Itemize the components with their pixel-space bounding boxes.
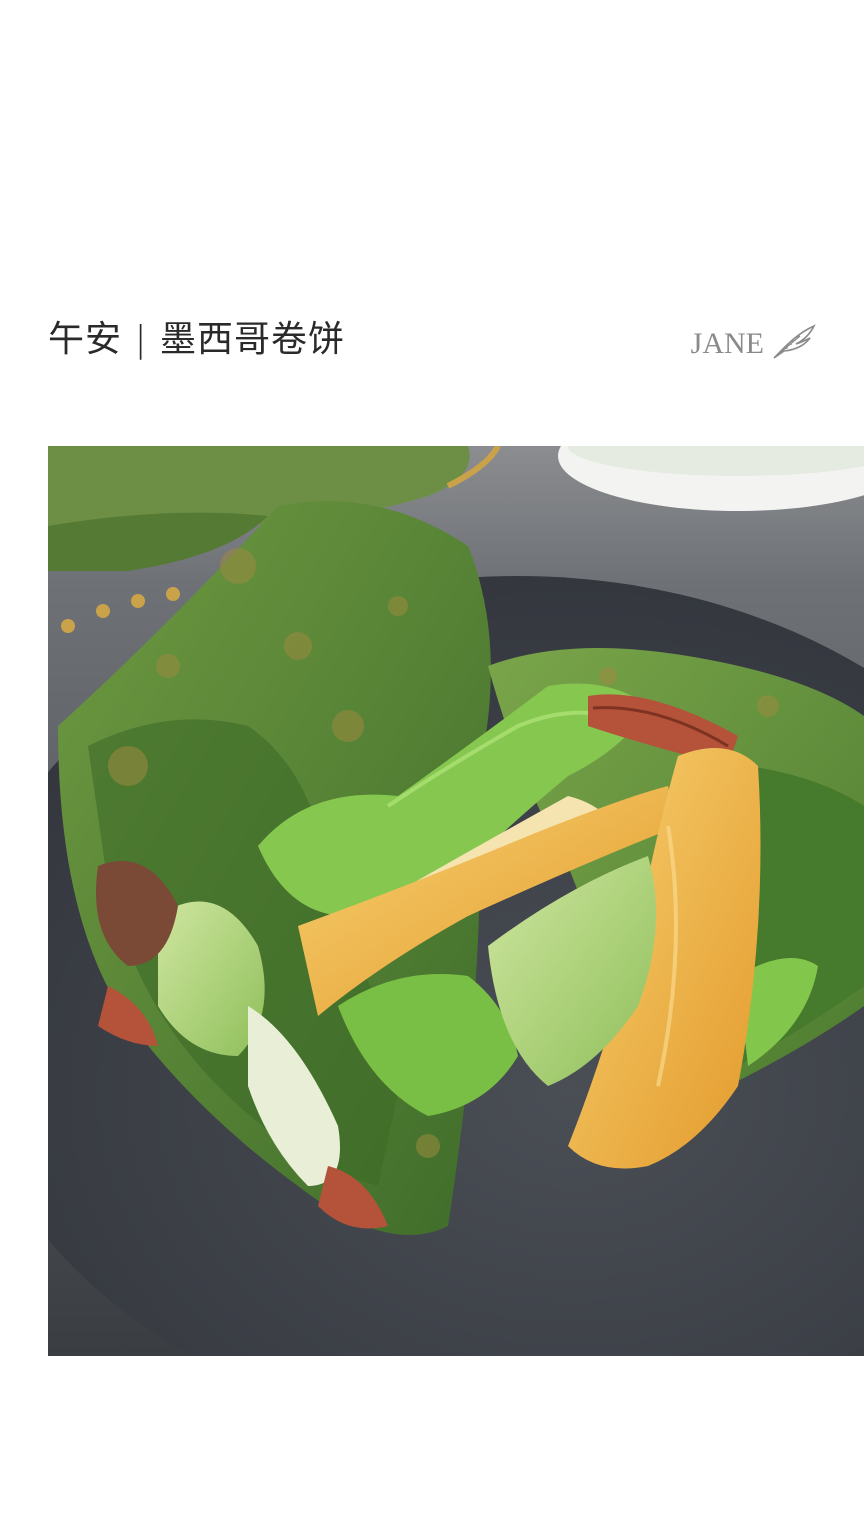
- page-title: 午安 | 墨西哥卷饼: [48, 319, 346, 360]
- header: 午安 | 墨西哥卷饼 JANE: [48, 318, 818, 366]
- signature-text: JANE: [690, 327, 764, 360]
- food-photo: [48, 446, 864, 1356]
- feather-quill-icon: [770, 324, 818, 364]
- burrito-illustration: [48, 446, 864, 1356]
- signature: JANE: [691, 324, 818, 364]
